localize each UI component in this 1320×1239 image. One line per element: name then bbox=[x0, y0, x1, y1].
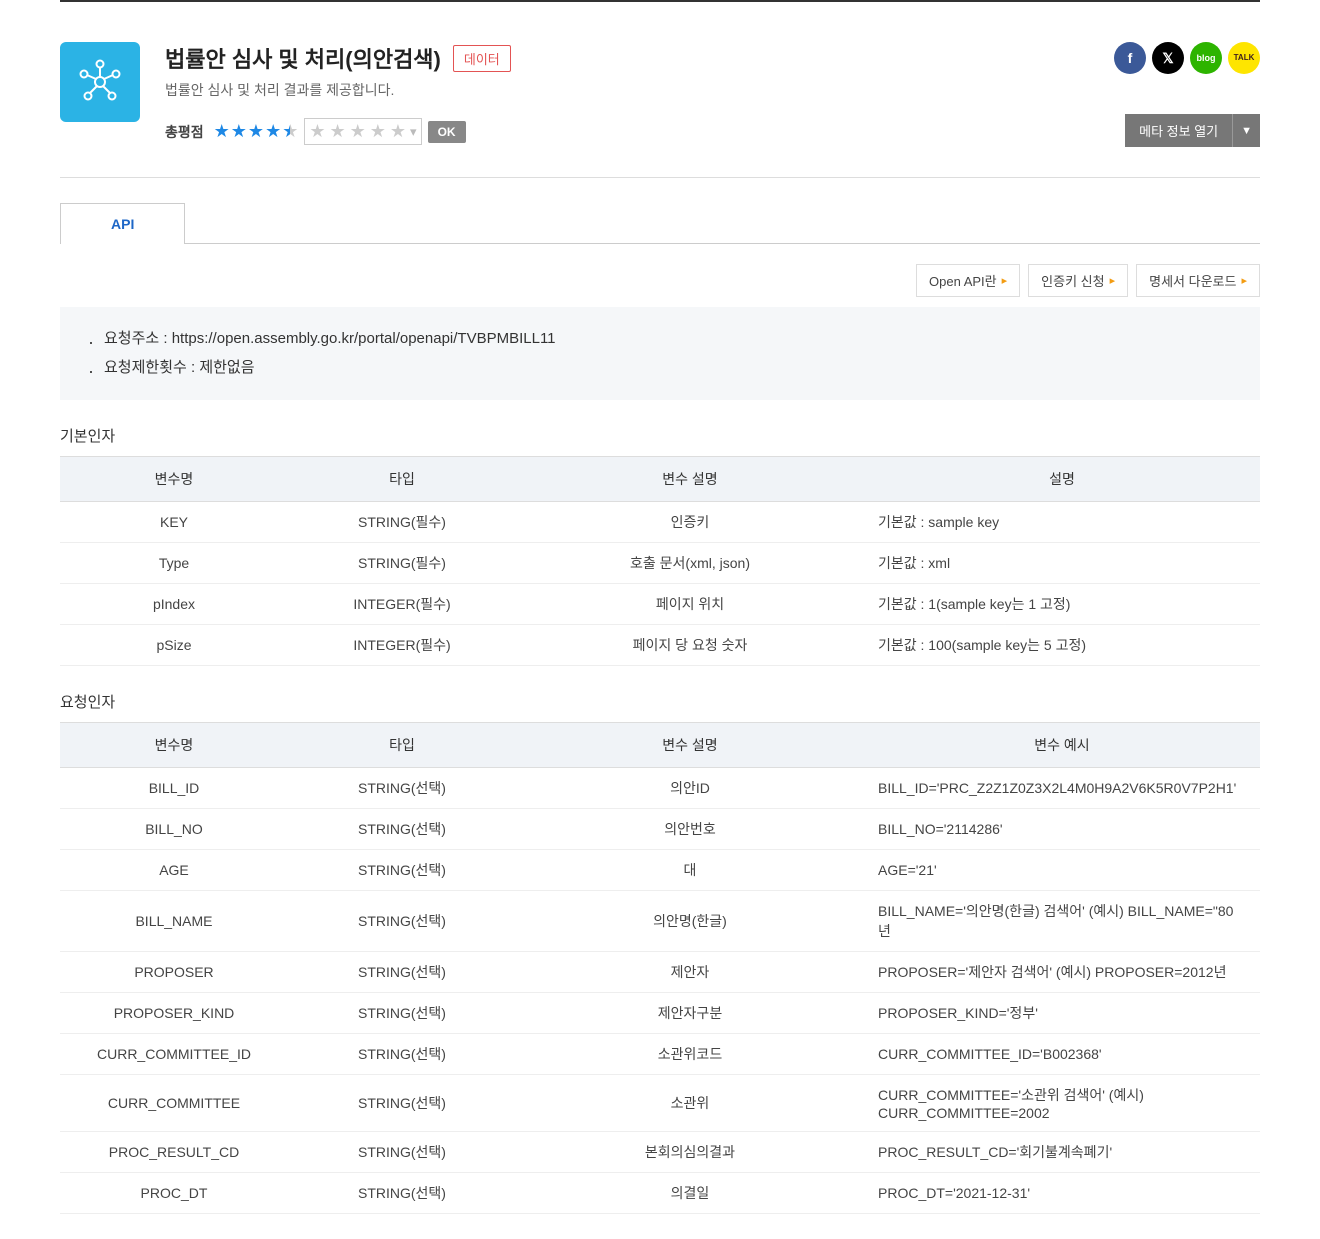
param-desc: 의안명(한글) bbox=[516, 891, 864, 952]
rating-label: 총평점 bbox=[165, 122, 204, 142]
param-type: INTEGER(필수) bbox=[288, 625, 516, 666]
param-type: STRING(필수) bbox=[288, 543, 516, 584]
page-title: 법률안 심사 및 처리(의안검색) bbox=[165, 42, 441, 74]
param-desc: 의안번호 bbox=[516, 809, 864, 850]
request-info-box: 요청주소 : https://open.assembly.go.kr/porta… bbox=[60, 307, 1260, 400]
param-type: STRING(선택) bbox=[288, 891, 516, 952]
table-row: AGESTRING(선택)대AGE='21' bbox=[60, 850, 1260, 891]
ok-button[interactable]: OK bbox=[428, 121, 466, 143]
rating-select[interactable]: ★★★★★ ▾ bbox=[304, 118, 421, 145]
kakao-icon[interactable]: TALK bbox=[1228, 42, 1260, 74]
tab-api[interactable]: API bbox=[60, 203, 185, 244]
param-note: 기본값 : 100(sample key는 5 고정) bbox=[864, 625, 1260, 666]
request-url: https://open.assembly.go.kr/portal/opena… bbox=[172, 330, 556, 347]
param-type: STRING(선택) bbox=[288, 1075, 516, 1132]
chevron-down-icon: ▾ bbox=[410, 124, 417, 140]
param-note: CURR_COMMITTEE_ID='B002368' bbox=[864, 1034, 1260, 1075]
param-note: AGE='21' bbox=[864, 850, 1260, 891]
meta-info-button[interactable]: 메타 정보 열기 bbox=[1125, 114, 1232, 147]
open-api-link[interactable]: Open API란▸ bbox=[916, 264, 1020, 297]
table-row: CURR_COMMITTEE_IDSTRING(선택)소관위코드CURR_COM… bbox=[60, 1034, 1260, 1075]
param-note: PROPOSER_KIND='정부' bbox=[864, 993, 1260, 1034]
param-type: STRING(선택) bbox=[288, 1173, 516, 1214]
table-row: PROC_DTSTRING(선택)의결일PROC_DT='2021-12-31' bbox=[60, 1173, 1260, 1214]
param-note: 기본값 : 1(sample key는 1 고정) bbox=[864, 584, 1260, 625]
page-subtitle: 법률안 심사 및 처리 결과를 제공합니다. bbox=[165, 80, 1114, 100]
app-icon bbox=[60, 42, 140, 122]
param-type: STRING(선택) bbox=[288, 1034, 516, 1075]
blog-icon[interactable]: blog bbox=[1190, 42, 1222, 74]
param-desc: 페이지 위치 bbox=[516, 584, 864, 625]
request-limit: 제한없음 bbox=[199, 359, 254, 376]
auth-key-link[interactable]: 인증키 신청▸ bbox=[1028, 264, 1128, 297]
facebook-icon[interactable]: f bbox=[1114, 42, 1146, 74]
param-note: CURR_COMMITTEE='소관위 검색어' (예시) CURR_COMMI… bbox=[864, 1075, 1260, 1132]
param-note: PROC_RESULT_CD='회기불계속폐기' bbox=[864, 1132, 1260, 1173]
param-name: PROC_DT bbox=[60, 1173, 288, 1214]
param-desc: 의결일 bbox=[516, 1173, 864, 1214]
param-name: PROPOSER_KIND bbox=[60, 993, 288, 1034]
data-badge: 데이터 bbox=[453, 45, 511, 72]
param-name: pIndex bbox=[60, 584, 288, 625]
param-note: BILL_NAME='의안명(한글) 검색어' (예시) BILL_NAME="… bbox=[864, 891, 1260, 952]
table-row: TypeSTRING(필수)호출 문서(xml, json)기본값 : xml bbox=[60, 543, 1260, 584]
table-row: PROPOSER_KINDSTRING(선택)제안자구분PROPOSER_KIN… bbox=[60, 993, 1260, 1034]
param-name: pSize bbox=[60, 625, 288, 666]
param-note: BILL_ID='PRC_Z2Z1Z0Z3X2L4M0H9A2V6K5R0V7P… bbox=[864, 768, 1260, 809]
table-row: PROC_RESULT_CDSTRING(선택)본회의심의결과PROC_RESU… bbox=[60, 1132, 1260, 1173]
param-type: STRING(선택) bbox=[288, 850, 516, 891]
param-type: STRING(선택) bbox=[288, 1132, 516, 1173]
param-type: STRING(필수) bbox=[288, 502, 516, 543]
meta-info-dropdown[interactable]: ▼ bbox=[1232, 114, 1260, 147]
table-row: BILL_IDSTRING(선택)의안IDBILL_ID='PRC_Z2Z1Z0… bbox=[60, 768, 1260, 809]
arrow-icon: ▸ bbox=[1241, 274, 1247, 287]
param-name: CURR_COMMITTEE bbox=[60, 1075, 288, 1132]
param-desc: 대 bbox=[516, 850, 864, 891]
param-desc: 의안ID bbox=[516, 768, 864, 809]
table-row: pSizeINTEGER(필수)페이지 당 요청 숫자기본값 : 100(sam… bbox=[60, 625, 1260, 666]
table-row: BILL_NAMESTRING(선택)의안명(한글)BILL_NAME='의안명… bbox=[60, 891, 1260, 952]
arrow-icon: ▸ bbox=[1110, 274, 1116, 287]
param-type: STRING(선택) bbox=[288, 768, 516, 809]
table-row: KEYSTRING(필수)인증키기본값 : sample key bbox=[60, 502, 1260, 543]
param-type: STRING(선택) bbox=[288, 993, 516, 1034]
param-name: CURR_COMMITTEE_ID bbox=[60, 1034, 288, 1075]
param-note: BILL_NO='2114286' bbox=[864, 809, 1260, 850]
arrow-icon: ▸ bbox=[1002, 274, 1008, 287]
spec-download-link[interactable]: 명세서 다운로드▸ bbox=[1136, 264, 1260, 297]
req-params-table: 변수명 타입 변수 설명 변수 예시 BILL_IDSTRING(선택)의안ID… bbox=[60, 722, 1260, 1214]
table-row: pIndexINTEGER(필수)페이지 위치기본값 : 1(sample ke… bbox=[60, 584, 1260, 625]
x-twitter-icon[interactable]: 𝕏 bbox=[1152, 42, 1184, 74]
param-name: KEY bbox=[60, 502, 288, 543]
param-name: PROC_RESULT_CD bbox=[60, 1132, 288, 1173]
param-desc: 제안자구분 bbox=[516, 993, 864, 1034]
param-name: Type bbox=[60, 543, 288, 584]
rating-stars: ★★★★★ bbox=[214, 121, 299, 142]
param-note: PROC_DT='2021-12-31' bbox=[864, 1173, 1260, 1214]
param-desc: 본회의심의결과 bbox=[516, 1132, 864, 1173]
param-desc: 호출 문서(xml, json) bbox=[516, 543, 864, 584]
param-desc: 소관위 bbox=[516, 1075, 864, 1132]
basic-params-table: 변수명 타입 변수 설명 설명 KEYSTRING(필수)인증키기본값 : sa… bbox=[60, 456, 1260, 666]
param-name: BILL_NAME bbox=[60, 891, 288, 952]
param-note: 기본값 : xml bbox=[864, 543, 1260, 584]
param-type: INTEGER(필수) bbox=[288, 584, 516, 625]
basic-params-title: 기본인자 bbox=[60, 425, 1260, 446]
param-type: STRING(선택) bbox=[288, 809, 516, 850]
param-desc: 인증키 bbox=[516, 502, 864, 543]
param-name: BILL_ID bbox=[60, 768, 288, 809]
param-note: 기본값 : sample key bbox=[864, 502, 1260, 543]
param-desc: 페이지 당 요청 숫자 bbox=[516, 625, 864, 666]
table-row: BILL_NOSTRING(선택)의안번호BILL_NO='2114286' bbox=[60, 809, 1260, 850]
param-desc: 소관위코드 bbox=[516, 1034, 864, 1075]
param-name: BILL_NO bbox=[60, 809, 288, 850]
param-name: AGE bbox=[60, 850, 288, 891]
table-row: CURR_COMMITTEESTRING(선택)소관위CURR_COMMITTE… bbox=[60, 1075, 1260, 1132]
req-params-title: 요청인자 bbox=[60, 691, 1260, 712]
